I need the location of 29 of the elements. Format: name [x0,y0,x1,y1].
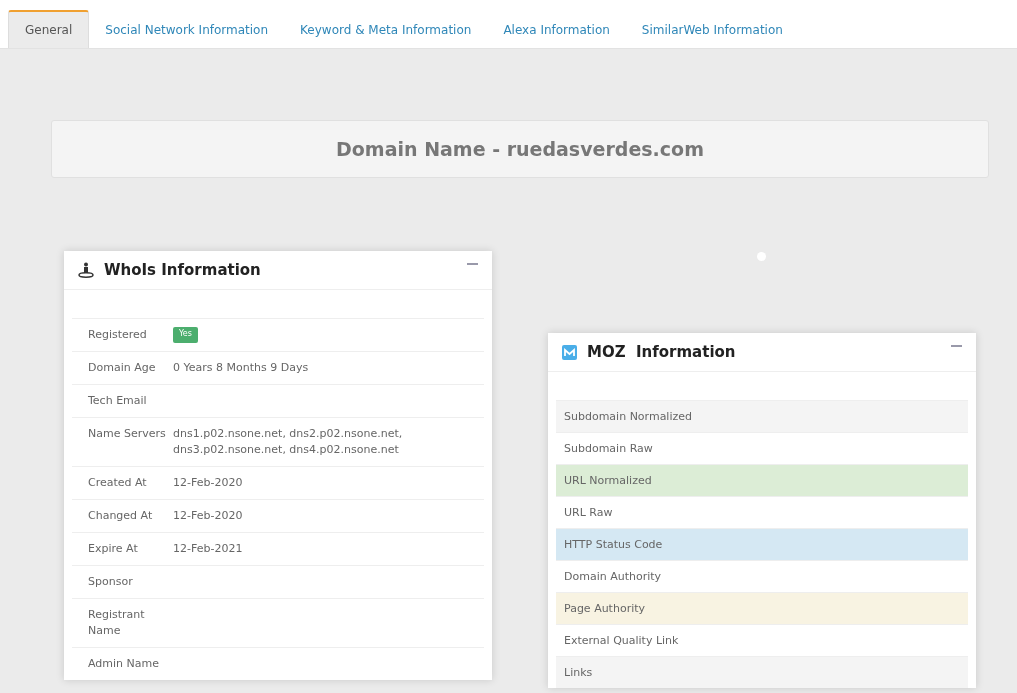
table-row: URL Normalized [556,464,968,496]
card-title: MOZ Information [587,343,737,361]
tab[interactable]: Social Network Information [89,10,285,48]
row-value: 12-Feb-2020 [173,475,244,491]
row-label: Domain Age [88,360,157,376]
row-label: Created At [88,475,148,491]
row-label: Sponsor [88,574,134,590]
tab[interactable]: General [8,10,90,48]
row-value: 12-Feb-2020 [173,508,244,524]
tab[interactable]: Keyword & Meta Information [284,10,488,48]
status-badge: Yes [173,327,198,343]
row-label: Name Servers [88,426,167,442]
table-row: Subdomain Normalized [556,400,968,432]
table-row: Links [556,656,968,688]
card-title: WhoIs Information [104,261,262,279]
row-label: Expire At [88,541,139,557]
row-value: 12-Feb-2021 [173,541,244,557]
row-value: dns1.p02.nsone.net, dns2.p02.nsone.net, dns3.p02.nsone.net, dns4.p02.nsone.net [173,426,404,458]
row-value: 0 Years 8 Months 9 Days [173,360,310,376]
table-row: HTTP Status Code [556,528,968,560]
row-label: Admin Name [88,656,160,672]
row-label: Changed At [88,508,154,524]
tab[interactable]: SimilarWeb Information [625,10,799,48]
tab[interactable]: Alexa Information [487,10,626,48]
row-label: Registrant Name [88,607,146,639]
table-row: Page Authority [556,592,968,624]
row-label: Registered [88,327,148,343]
row-label: Tech Email [88,393,148,409]
domain-heading: Domain Name - ruedasverdes.com [336,138,704,160]
